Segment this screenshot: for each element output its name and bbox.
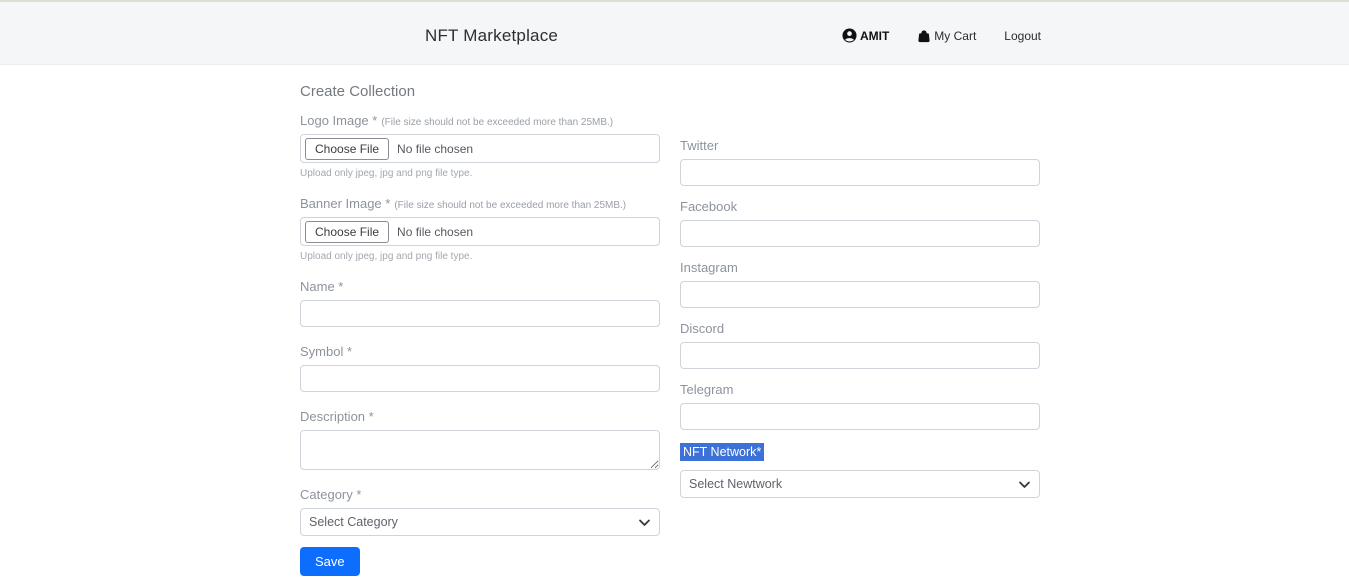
logo-image-label: Logo Image * (File size should not be ex… <box>300 113 660 128</box>
category-label: Category * <box>300 487 660 502</box>
category-group: Category * Select Category <box>300 487 660 536</box>
banner-upload-helper: Upload only jpeg, jpg and png file type. <box>300 251 660 262</box>
nft-network-group: NFT Network* Select Newtwork <box>680 443 1040 498</box>
network-select[interactable]: Select Newtwork <box>680 470 1040 498</box>
twitter-label: Twitter <box>680 138 1040 153</box>
twitter-field[interactable] <box>680 159 1040 186</box>
nav-cart-label: My Cart <box>934 29 976 43</box>
telegram-label: Telegram <box>680 382 1040 397</box>
nav-user-label: AMIT <box>860 29 889 43</box>
category-select[interactable]: Select Category <box>300 508 660 536</box>
description-label: Description * <box>300 409 660 424</box>
facebook-group: Facebook <box>680 199 1040 247</box>
instagram-label: Instagram <box>680 260 1040 275</box>
banner-choose-file-button[interactable]: Choose File <box>305 221 389 243</box>
symbol-group: Symbol * <box>300 344 660 392</box>
cart-bag-icon <box>917 29 931 43</box>
banner-image-label: Banner Image * (File size should not be … <box>300 196 660 211</box>
symbol-field[interactable] <box>300 365 660 392</box>
logo-choose-file-button[interactable]: Choose File <box>305 138 389 160</box>
telegram-field[interactable] <box>680 403 1040 430</box>
telegram-group: Telegram <box>680 382 1040 430</box>
discord-group: Discord <box>680 321 1040 369</box>
logo-upload-helper: Upload only jpeg, jpg and png file type. <box>300 168 660 179</box>
logo-file-status: No file chosen <box>397 142 473 156</box>
nav-my-cart[interactable]: My Cart <box>917 29 976 43</box>
discord-field[interactable] <box>680 342 1040 369</box>
create-collection-page: Create Collection Logo Image * (File siz… <box>0 65 1349 576</box>
save-button[interactable]: Save <box>300 547 360 576</box>
form-left-column: Logo Image * (File size should not be ex… <box>300 113 660 576</box>
facebook-field[interactable] <box>680 220 1040 247</box>
banner-image-group: Banner Image * (File size should not be … <box>300 196 660 262</box>
banner-file-input[interactable]: Choose File No file chosen <box>300 217 660 246</box>
banner-file-status: No file chosen <box>397 225 473 239</box>
header-nav: AMIT My Cart Logout <box>842 28 1041 43</box>
discord-label: Discord <box>680 321 1040 336</box>
twitter-group: Twitter <box>680 138 1040 186</box>
network-select-wrap: Select Newtwork <box>680 470 1040 498</box>
logo-size-note: (File size should not be exceeded more t… <box>381 117 613 128</box>
user-circle-icon <box>842 28 857 43</box>
nav-logout[interactable]: Logout <box>1004 29 1041 43</box>
instagram-group: Instagram <box>680 260 1040 308</box>
name-label: Name * <box>300 279 660 294</box>
nav-logout-label: Logout <box>1004 29 1041 43</box>
description-group: Description * <box>300 409 660 470</box>
nav-user[interactable]: AMIT <box>842 28 889 43</box>
nft-network-label: NFT Network* <box>680 443 764 461</box>
form-right-column: Twitter Facebook Instagram Discord Teleg… <box>680 138 1040 576</box>
facebook-label: Facebook <box>680 199 1040 214</box>
logo-image-group: Logo Image * (File size should not be ex… <box>300 113 660 179</box>
banner-size-note: (File size should not be exceeded more t… <box>394 200 626 211</box>
brand-title[interactable]: NFT Marketplace <box>425 26 558 46</box>
symbol-label: Symbol * <box>300 344 660 359</box>
category-select-wrap: Select Category <box>300 508 660 536</box>
name-field[interactable] <box>300 300 660 327</box>
form-columns: Logo Image * (File size should not be ex… <box>300 113 1349 576</box>
description-field[interactable] <box>300 430 660 470</box>
top-navbar: NFT Marketplace AMIT My Cart Logout <box>0 0 1349 65</box>
page-heading: Create Collection <box>300 83 1349 100</box>
instagram-field[interactable] <box>680 281 1040 308</box>
name-group: Name * <box>300 279 660 327</box>
logo-file-input[interactable]: Choose File No file chosen <box>300 134 660 163</box>
